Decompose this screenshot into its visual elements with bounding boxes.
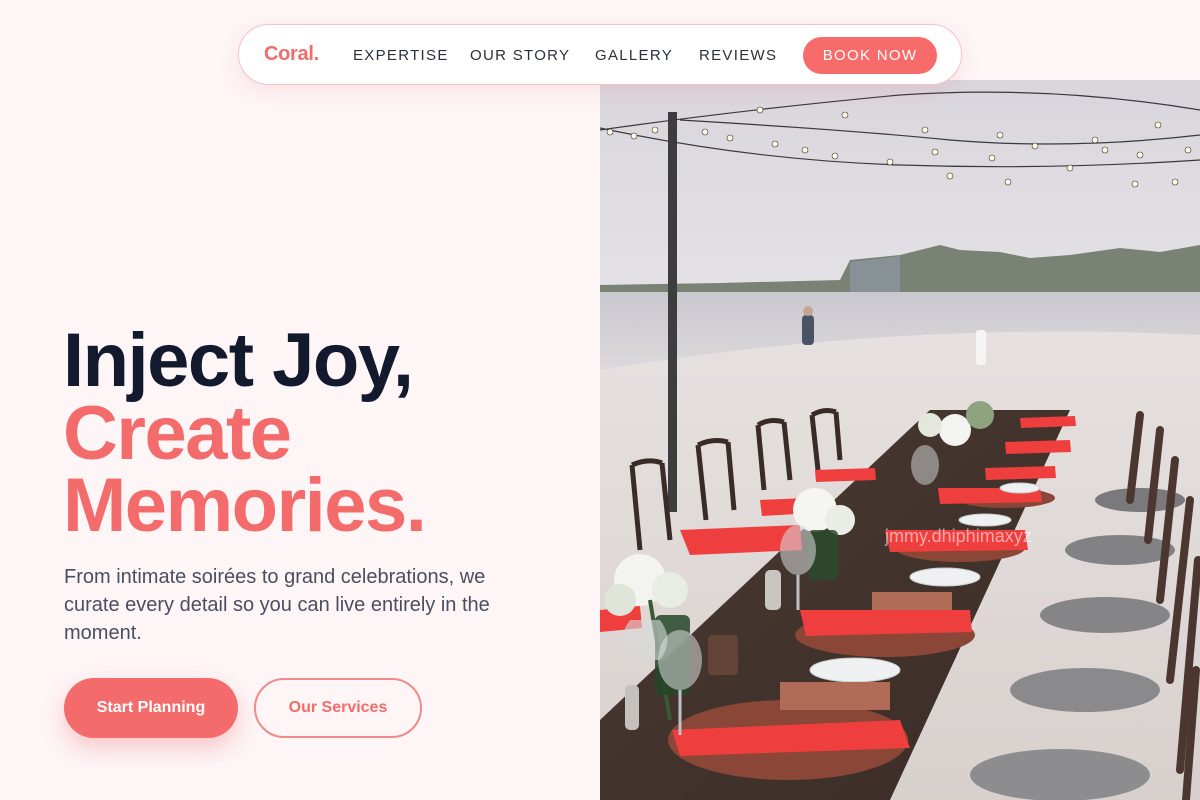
top-navigation: Coral. EXPERTISE OUR STORY GALLERY REVIE…: [238, 24, 962, 85]
hero-headline-line3: Memories.: [63, 463, 427, 548]
start-planning-button[interactable]: Start Planning: [64, 678, 238, 738]
nav-link-reviews[interactable]: REVIEWS: [699, 47, 777, 64]
hero-headline-line2: Create: [63, 391, 292, 476]
image-watermark: jmmy.dhiphimaxyz: [884, 526, 1032, 546]
nav-link-our-story[interactable]: OUR STORY: [470, 47, 570, 64]
hero-headline-line1: Inject Joy,: [63, 318, 414, 403]
nav-link-gallery[interactable]: GALLERY: [595, 47, 673, 64]
brand-logo[interactable]: Coral.: [264, 43, 319, 66]
book-now-button[interactable]: BOOK NOW: [803, 37, 937, 74]
nav-link-expertise[interactable]: EXPERTISE: [353, 47, 449, 64]
our-services-button[interactable]: Our Services: [254, 678, 422, 738]
hero-image: jmmy.dhiphimaxyz: [600, 80, 1200, 800]
hero-subtitle: From intimate soirées to grand celebrati…: [64, 566, 490, 644]
